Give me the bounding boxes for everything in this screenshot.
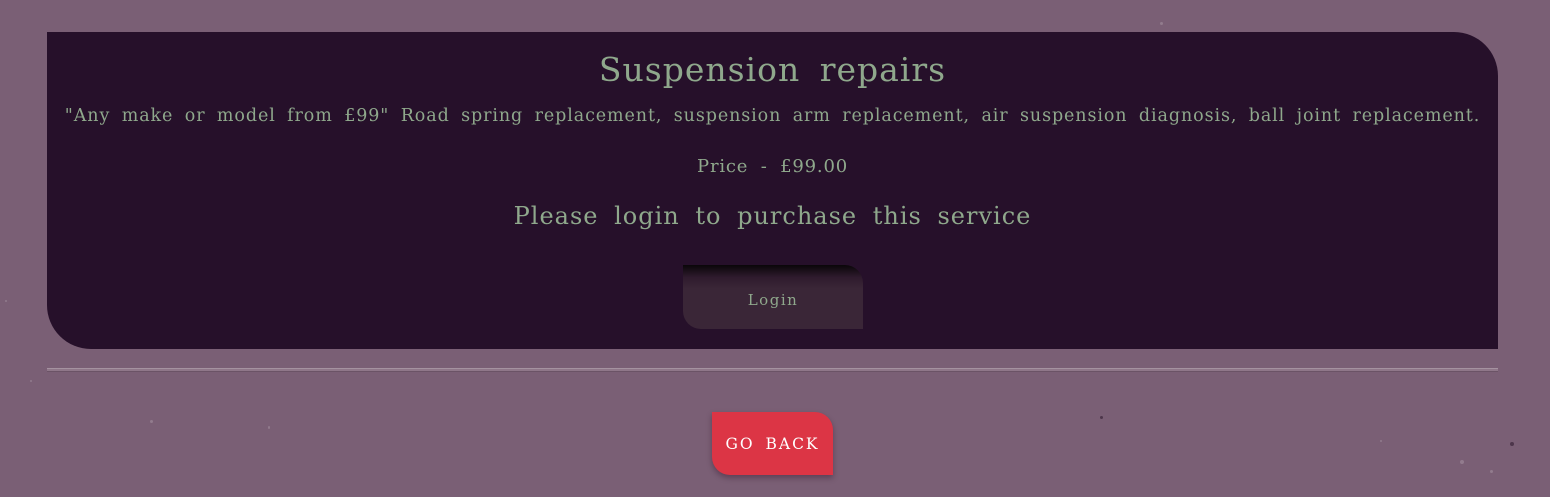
- speckle: [1460, 460, 1464, 464]
- service-card: Suspension repairs "Any make or model fr…: [47, 32, 1498, 349]
- speckle: [1510, 442, 1514, 446]
- speckle: [30, 380, 32, 382]
- speckle: [1490, 470, 1493, 473]
- service-price: Price - £99.00: [697, 156, 848, 177]
- login-button[interactable]: Login: [683, 265, 863, 329]
- go-back-button[interactable]: GO BACK: [712, 412, 833, 475]
- speckle: [1100, 416, 1103, 419]
- service-title: Suspension repairs: [598, 50, 947, 89]
- speckle: [268, 426, 270, 429]
- service-description: "Any make or model from £99" Road spring…: [64, 106, 1481, 126]
- speckle: [150, 420, 153, 423]
- speckle: [1160, 22, 1163, 25]
- section-divider: [47, 368, 1498, 372]
- login-prompt: Please login to purchase this service: [513, 202, 1032, 230]
- speckle: [5, 300, 7, 302]
- speckle: [1380, 440, 1382, 442]
